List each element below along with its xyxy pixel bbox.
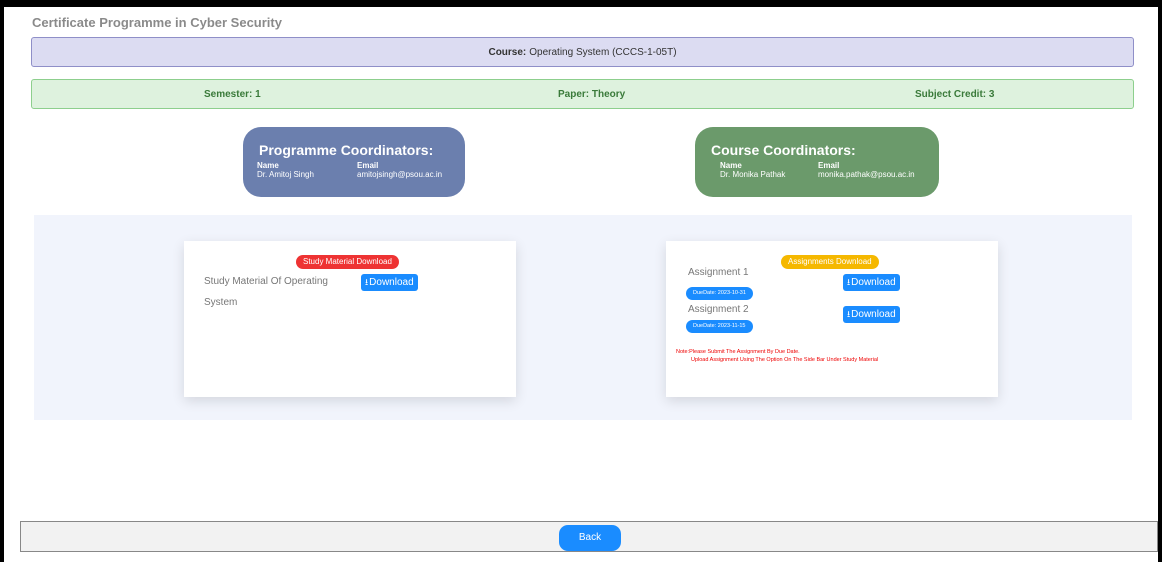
assignment-note-line-1: Note:Please Submit The Assignment By Due…	[676, 349, 800, 355]
download-button-label: Download	[369, 277, 414, 288]
course-coordinators-card: Course Coordinators: Name Dr. Monika Pat…	[695, 127, 939, 197]
programme-coordinator-email: amitojsingh@psou.ac.in	[357, 170, 443, 179]
assignments-badge: Assignments Download	[781, 255, 879, 269]
download-button-label: Download	[851, 277, 896, 288]
course-value: Operating System (CCCS-1-05T)	[529, 46, 677, 58]
course-coordinators-title: Course Coordinators:	[711, 142, 856, 158]
programme-coordinator-name-column: Name Dr. Amitoj Singh	[257, 161, 314, 179]
assignment-1-label: Assignment 1	[688, 267, 749, 278]
assignment-2-label: Assignment 2	[688, 304, 749, 315]
paper-text: Paper: Theory	[558, 89, 626, 100]
back-button[interactable]: Back	[559, 525, 621, 551]
subject-credit-text: Subject Credit: 3	[915, 89, 995, 100]
page-title: Certificate Programme in Cyber Security	[32, 15, 282, 30]
download-icon: ⭳	[847, 277, 851, 287]
name-header: Name	[720, 161, 742, 170]
assignment-1-download-button[interactable]: ⭳Download	[843, 274, 900, 291]
study-material-badge: Study Material Download	[296, 255, 399, 269]
download-icon: ⭳	[847, 309, 851, 319]
download-button-label: Download	[851, 309, 896, 320]
course-coordinator-email-column: Email monika.pathak@psou.ac.in	[818, 161, 915, 179]
assignments-card: Assignments Download Assignment 1 DueDat…	[666, 241, 998, 397]
study-material-label: Study Material Of Operating System	[204, 276, 328, 308]
assignment-1-due-date: DueDate: 2023-10-31	[686, 287, 753, 300]
study-material-card: Study Material Download Study Material O…	[184, 241, 516, 397]
course-coordinator-email: monika.pathak@psou.ac.in	[818, 170, 915, 179]
programme-coordinator-email-column: Email amitojsingh@psou.ac.in	[357, 161, 442, 179]
email-header: Email	[357, 161, 379, 170]
course-label: Course:	[488, 46, 527, 58]
course-info-bar: Semester: 1 Paper: Theory Subject Credit…	[31, 79, 1134, 109]
study-material-download-button[interactable]: ⭳Download	[361, 274, 418, 291]
programme-coordinators-title: Programme Coordinators:	[259, 142, 434, 158]
programme-coordinators-card: Programme Coordinators: Name Dr. Amitoj …	[243, 127, 465, 197]
page-frame: Certificate Programme in Cyber Security …	[4, 7, 1158, 562]
assignment-2-due-date: DueDate: 2023-11-15	[686, 320, 753, 333]
email-header: Email	[818, 161, 840, 170]
assignment-2-download-button[interactable]: ⭳Download	[843, 306, 900, 323]
semester-text: Semester: 1	[204, 89, 261, 100]
assignment-note-line-2: Upload Assignment Using The Option On Th…	[691, 357, 879, 363]
course-coordinator-name: Dr. Monika Pathak	[720, 170, 786, 179]
download-icon: ⭳	[365, 277, 369, 287]
programme-coordinator-name: Dr. Amitoj Singh	[257, 170, 314, 179]
name-header: Name	[257, 161, 279, 170]
course-bar: Course: Operating System (CCCS-1-05T)	[31, 37, 1134, 67]
course-coordinator-name-column: Name Dr. Monika Pathak	[720, 161, 785, 179]
assignment-note: Note:Please Submit The Assignment By Due…	[676, 348, 878, 364]
